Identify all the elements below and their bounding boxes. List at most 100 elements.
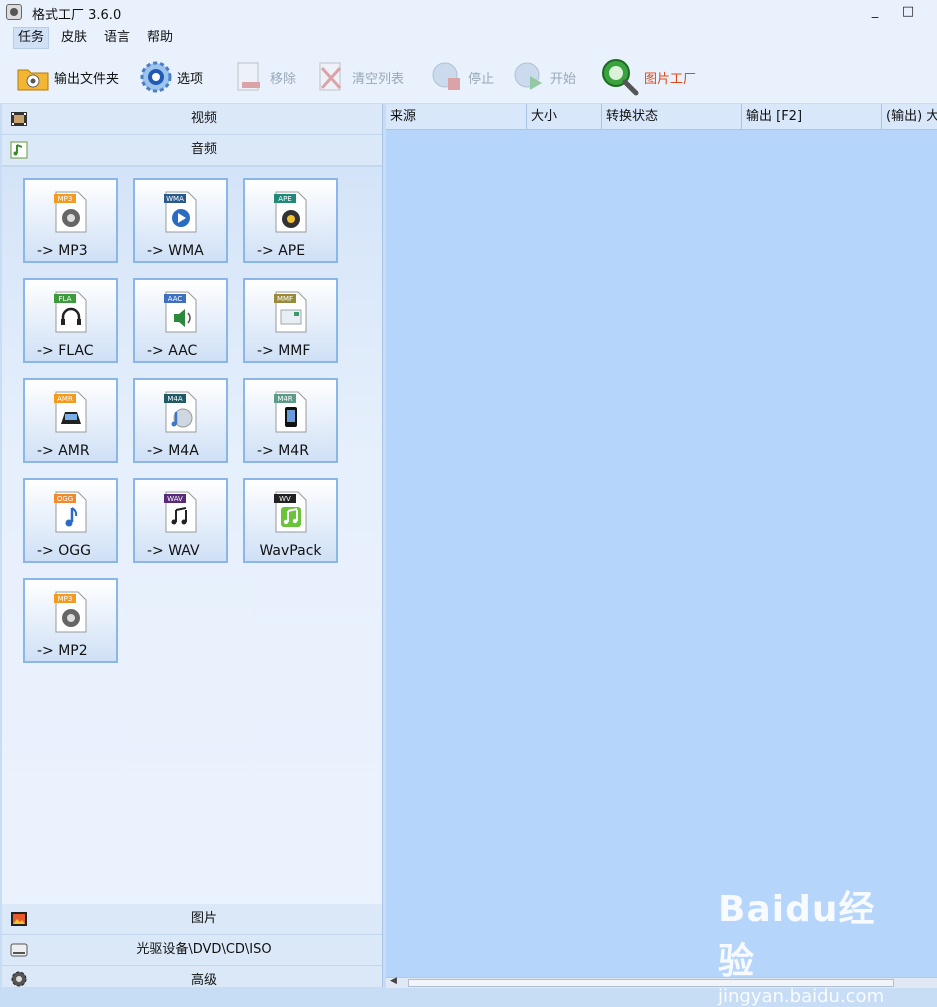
scroll-left-icon[interactable]: ◀	[390, 976, 397, 986]
minimize-button[interactable]: _	[860, 2, 890, 22]
options-label: 选项	[177, 71, 204, 87]
category-audio[interactable]: 音频	[2, 135, 382, 166]
column-output[interactable]: 输出 [F2]	[742, 104, 882, 129]
format-mp2[interactable]: MP3 -> MP2	[23, 578, 118, 663]
baidu-watermark: Baidu经验 jingyan.baidu.com	[718, 880, 908, 1007]
wavpack-note-icon: WV	[274, 491, 307, 533]
format-aac[interactable]: AAC -> AAC	[133, 278, 228, 363]
m4r-phone-icon: M4R	[274, 391, 307, 433]
column-size[interactable]: 大小	[527, 104, 602, 129]
format-label: -> WMA	[147, 243, 204, 259]
category-video-label: 视频	[190, 111, 217, 126]
category-video[interactable]: 视频	[2, 104, 382, 135]
format-wavpack[interactable]: WV WavPack	[243, 478, 338, 563]
category-audio-label: 音频	[190, 142, 217, 157]
clear-list-label: 清空列表	[352, 71, 405, 87]
watermark-url: jingyan.baidu.com	[718, 986, 885, 1007]
svg-text:MP3: MP3	[58, 195, 73, 203]
format-label: -> WAV	[147, 543, 200, 559]
aac-speaker-icon: AAC	[164, 291, 197, 333]
wav-notes-icon: WAV	[164, 491, 197, 533]
format-flac[interactable]: FLA -> FLAC	[23, 278, 118, 363]
svg-text:MMF: MMF	[277, 295, 293, 303]
svg-text:APE: APE	[278, 195, 291, 203]
menu-task[interactable]: 任务	[13, 27, 50, 49]
magnifier-globe-icon	[600, 57, 640, 97]
format-m4a[interactable]: M4A -> M4A	[133, 378, 228, 463]
format-label: -> M4R	[257, 443, 309, 459]
column-output-size[interactable]: (输出) 大	[882, 104, 937, 129]
start-button[interactable]: 开始	[512, 58, 576, 96]
svg-text:AMR: AMR	[57, 395, 73, 403]
app-icon	[6, 4, 22, 20]
output-folder-label: 输出文件夹	[54, 71, 120, 87]
menu-help[interactable]: 帮助	[143, 28, 177, 48]
format-label: -> FLAC	[37, 343, 94, 359]
watermark-logo: Baidu经验	[718, 889, 876, 982]
m4a-file-icon: M4A	[164, 391, 197, 433]
folder-icon	[16, 60, 50, 94]
stop-icon	[430, 60, 464, 94]
clear-list-button[interactable]: 清空列表	[314, 58, 404, 96]
format-ogg[interactable]: OGG -> OGG	[23, 478, 118, 563]
svg-text:WV: WV	[279, 495, 291, 503]
flac-headphones-icon: FLA	[54, 291, 87, 333]
format-wav[interactable]: WAV -> WAV	[133, 478, 228, 563]
format-ape[interactable]: APE -> APE	[243, 178, 338, 263]
format-mmf[interactable]: MMF -> MMF	[243, 278, 338, 363]
svg-text:MP3: MP3	[58, 595, 73, 603]
maximize-button[interactable]: □	[893, 2, 923, 22]
svg-text:WAV: WAV	[167, 495, 183, 503]
category-advanced[interactable]: 高级	[2, 966, 382, 988]
remove-button[interactable]: 移除	[232, 58, 296, 96]
menu-skin[interactable]: 皮肤	[57, 28, 91, 48]
stop-label: 停止	[468, 71, 495, 87]
audio-format-panel: MP3 -> MP3 WMA -> WMA APE -> APE FLA -> …	[2, 166, 382, 904]
format-wma[interactable]: WMA -> WMA	[133, 178, 228, 263]
mp3-file-icon: MP3	[54, 191, 87, 233]
format-mp3[interactable]: MP3 -> MP3	[23, 178, 118, 263]
mmf-file-icon: MMF	[274, 291, 307, 333]
category-rom-label: 光驱设备\DVD\CD\ISO	[136, 942, 272, 957]
clear-list-icon	[314, 60, 348, 94]
svg-text:M4R: M4R	[277, 395, 292, 403]
column-source[interactable]: 来源	[386, 104, 527, 129]
ogg-note-icon: OGG	[54, 491, 87, 533]
format-label: -> OGG	[37, 543, 91, 559]
format-label: -> MMF	[257, 343, 311, 359]
task-list-header: 来源 大小 转换状态 输出 [F2] (输出) 大	[386, 104, 937, 130]
ape-file-icon: APE	[274, 191, 307, 233]
format-label: WavPack	[259, 543, 322, 559]
format-m4r[interactable]: M4R -> M4R	[243, 378, 338, 463]
task-list-area[interactable]	[386, 130, 937, 977]
picture-factory-label: 图片工厂	[644, 71, 697, 87]
column-status[interactable]: 转换状态	[602, 104, 742, 129]
category-rom[interactable]: 光驱设备\DVD\CD\ISO	[2, 935, 382, 966]
mp2-file-icon: MP3	[54, 591, 87, 633]
start-icon	[512, 60, 546, 94]
stop-button[interactable]: 停止	[430, 58, 494, 96]
format-amr[interactable]: AMR -> AMR	[23, 378, 118, 463]
window-title: 格式工厂 3.6.0	[32, 8, 122, 23]
category-picture[interactable]: 图片	[2, 904, 382, 935]
amr-file-icon: AMR	[54, 391, 87, 433]
svg-text:OGG: OGG	[57, 495, 73, 503]
menu-language[interactable]: 语言	[100, 28, 134, 48]
format-label: -> AAC	[147, 343, 198, 359]
format-label: -> AMR	[37, 443, 90, 459]
menu-bar: 任务 皮肤 语言 帮助	[0, 25, 937, 51]
wma-file-icon: WMA	[164, 191, 197, 233]
svg-text:AAC: AAC	[168, 295, 183, 303]
title-bar: 格式工厂 3.6.0 _ □	[0, 0, 937, 25]
output-folder-button[interactable]: 输出文件夹	[16, 58, 119, 96]
format-label: -> MP2	[37, 643, 88, 659]
picture-factory-button[interactable]: 图片工厂	[600, 58, 696, 96]
start-label: 开始	[550, 71, 577, 87]
category-advanced-label: 高级	[190, 973, 217, 988]
options-button[interactable]: 选项	[139, 58, 203, 96]
svg-text:M4A: M4A	[167, 395, 182, 403]
toolbar: 输出文件夹 选项 移除 清空列表 停止 开始 图片工厂	[0, 51, 937, 103]
remove-label: 移除	[270, 71, 297, 87]
gear-icon	[139, 60, 173, 94]
svg-text:FLA: FLA	[59, 295, 72, 303]
